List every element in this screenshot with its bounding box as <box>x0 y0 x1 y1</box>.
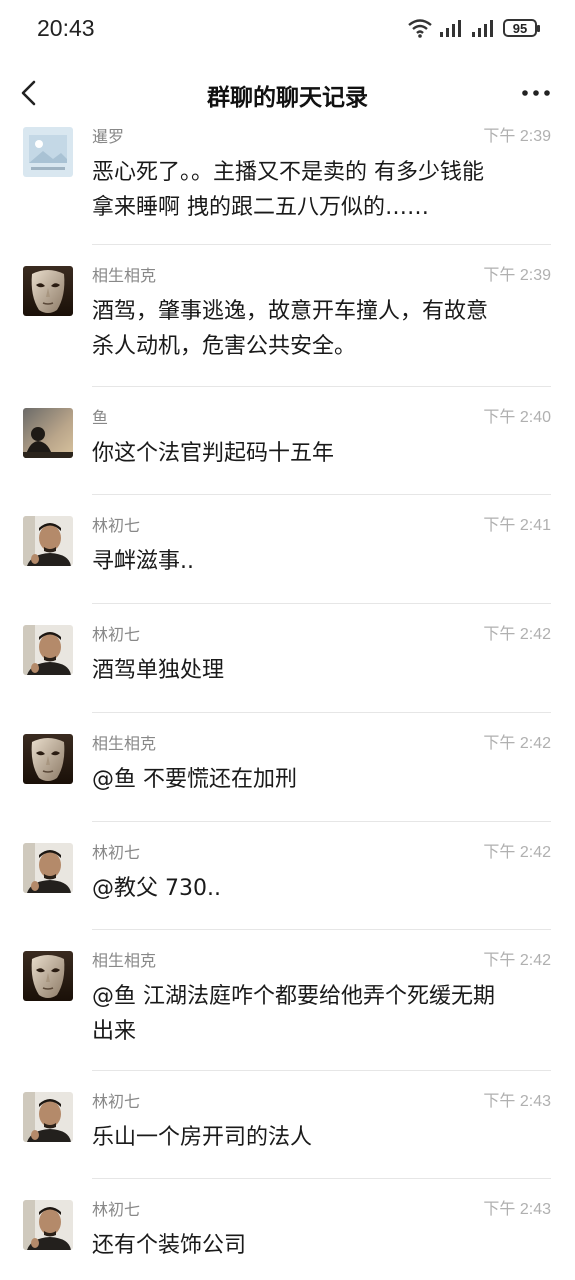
sender-name: 林初七 <box>92 625 141 644</box>
message-time: 下午 2:43 <box>483 1201 551 1218</box>
man-avatar[interactable] <box>23 625 73 675</box>
mask-avatar[interactable] <box>23 951 73 1001</box>
sender-name: 暹罗 <box>92 127 125 146</box>
message-time: 下午 2:42 <box>483 844 551 861</box>
more-icon <box>522 90 550 96</box>
divider <box>92 386 551 387</box>
page-title: 群聊的聊天记录 <box>207 85 368 111</box>
nav-bar: 群聊的聊天记录 <box>0 60 575 126</box>
sender-name: 林初七 <box>92 1092 141 1111</box>
sender-name: 林初七 <box>92 843 141 862</box>
message-text: 乐山一个房开司的法人 <box>92 1125 313 1150</box>
message-time: 下午 2:42 <box>483 735 551 752</box>
signal-icon-2 <box>472 20 493 37</box>
status-icons: 95 <box>407 18 540 38</box>
mask-avatar[interactable] <box>23 734 73 784</box>
silhouette-avatar[interactable] <box>23 408 73 458</box>
picture-avatar[interactable] <box>23 127 73 177</box>
more-button[interactable] <box>519 80 553 106</box>
message-list[interactable]: 暹罗 下午 2:39 恶心死了。。主播又不是卖的 有多少钱能 拿来睡啊 拽的跟二五八… <box>0 127 575 1280</box>
message-text: @鱼 不要慌还在加刑 <box>92 767 297 792</box>
man-avatar[interactable] <box>23 516 73 566</box>
divider <box>92 494 551 495</box>
message-text: 酒驾，肇事逃逸，故意开车撞人，有故意 杀人动机，危害公共安全。 <box>92 299 489 359</box>
signal-icon <box>440 20 461 37</box>
sender-name: 相生相克 <box>92 734 157 753</box>
message-text: 还有个装饰公司 <box>92 1233 247 1258</box>
message-time: 下午 2:43 <box>483 1093 551 1110</box>
divider <box>92 1070 551 1071</box>
divider <box>92 1178 551 1179</box>
sender-name: 相生相克 <box>92 266 157 285</box>
message-text: @教父 730.. <box>92 876 221 901</box>
wifi-icon <box>408 19 432 38</box>
mask-avatar[interactable] <box>23 266 73 316</box>
sender-name: 鱼 <box>92 408 109 427</box>
status-time: 20:43 <box>37 15 95 41</box>
battery-icon: 95 <box>503 19 540 37</box>
divider <box>92 244 551 245</box>
message-time: 下午 2:40 <box>483 409 551 426</box>
status-bar: 20:43 95 <box>0 0 575 60</box>
message-time: 下午 2:41 <box>483 517 551 534</box>
message-text: @鱼 江湖法庭咋个都要给他弄个死缓无期 出来 <box>92 984 495 1044</box>
man-avatar[interactable] <box>23 843 73 893</box>
divider <box>92 603 551 604</box>
divider <box>92 929 551 930</box>
message-time: 下午 2:42 <box>483 626 551 643</box>
man-avatar[interactable] <box>23 1092 73 1142</box>
message-text: 酒驾单独处理 <box>92 658 225 683</box>
divider <box>92 821 551 822</box>
message-time: 下午 2:39 <box>483 267 551 284</box>
man-avatar[interactable] <box>23 1200 73 1250</box>
sender-name: 林初七 <box>92 516 141 535</box>
message-time: 下午 2:39 <box>483 128 551 145</box>
message-text: 寻衅滋事.. <box>92 549 194 574</box>
message-text: 恶心死了。。主播又不是卖的 有多少钱能 拿来睡啊 拽的跟二五八万似的…… <box>92 160 484 220</box>
sender-name: 相生相克 <box>92 951 157 970</box>
divider <box>92 712 551 713</box>
sender-name: 林初七 <box>92 1200 141 1219</box>
message-text: 你这个法官判起码十五年 <box>92 441 335 466</box>
message-time: 下午 2:42 <box>483 952 551 969</box>
